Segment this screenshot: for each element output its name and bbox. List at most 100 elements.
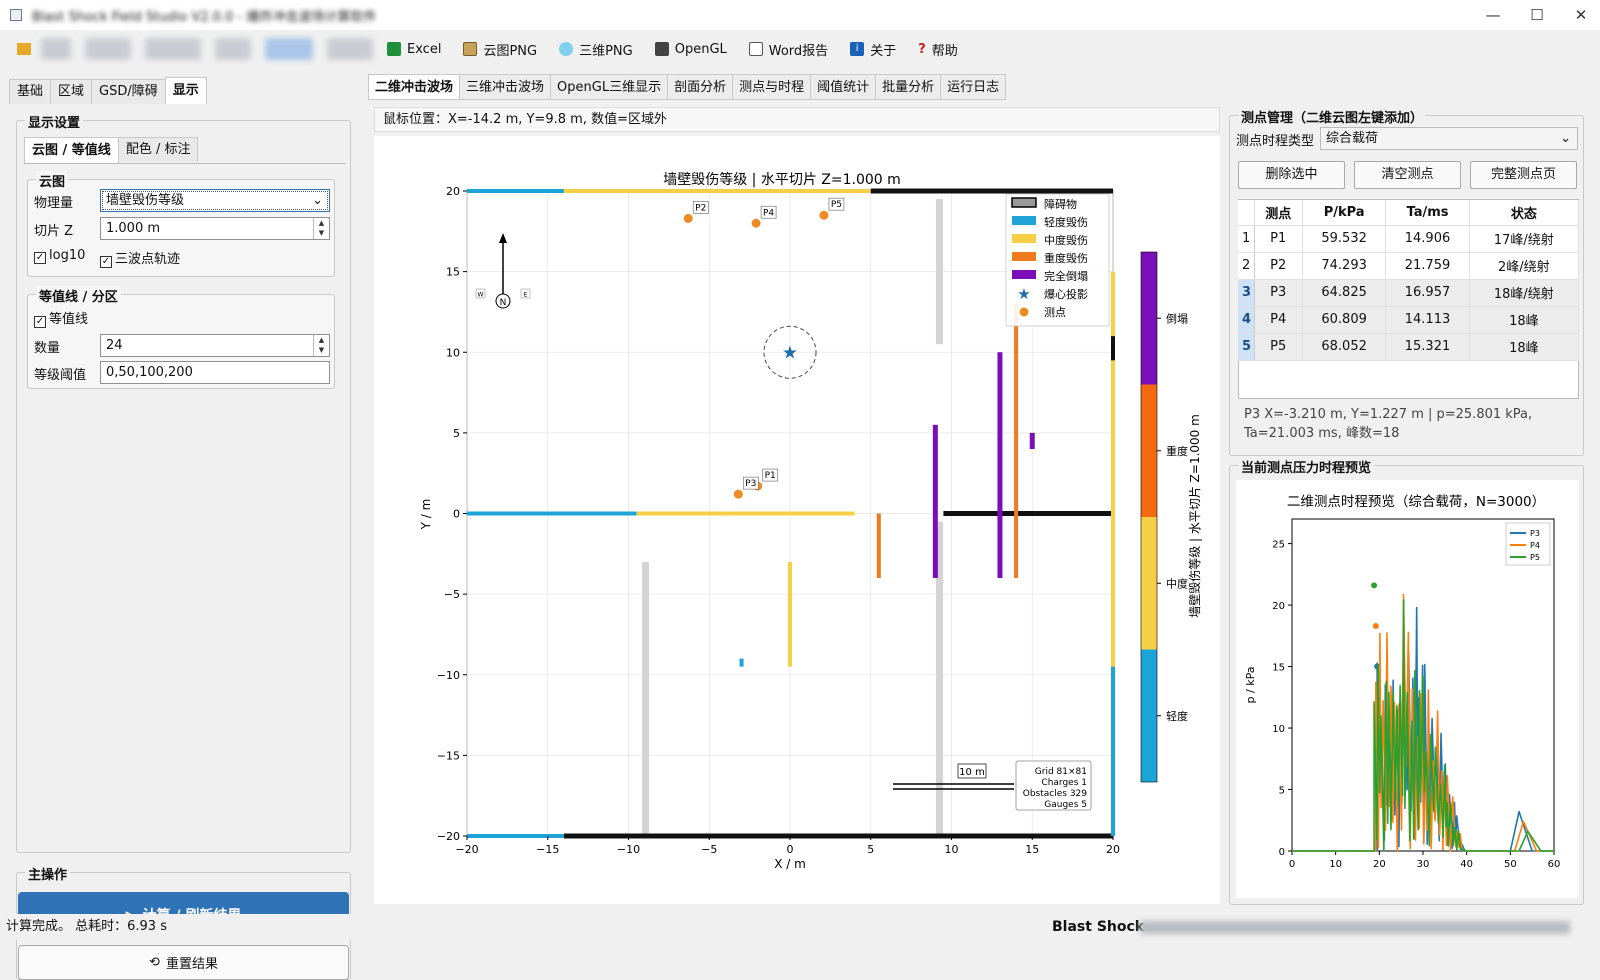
about-button[interactable]: i 关于 (850, 40, 896, 59)
table-row[interactable]: 3 P3 64.825 16.957 18峰/绕射 (1238, 279, 1580, 307)
legend-swatch (1012, 270, 1036, 279)
spin-arrows-icon[interactable]: ▲ ▼ (313, 218, 329, 239)
compass-e: E (524, 292, 528, 299)
tab-gsd-obstacle[interactable]: GSD/障碍 (91, 79, 166, 104)
legend-swatch (1011, 197, 1037, 208)
toolbar-blurred-item[interactable] (85, 38, 131, 60)
gauge-label-P3: P3 (745, 479, 756, 489)
tab-cloud-contour[interactable]: 云图 / 等值线 (24, 137, 119, 164)
trajectory-checkbox[interactable]: ✓ 三波点轨迹 (100, 248, 180, 268)
tab-region[interactable]: 区域 (50, 79, 93, 104)
colorbar-segment (1141, 649, 1157, 782)
monitor-icon (654, 42, 669, 56)
status-right-text: Blast Shock (1052, 919, 1145, 935)
gauge-management-title: 测点管理（二维云图左键添加） (1238, 107, 1427, 126)
table-row[interactable]: 5 P5 68.052 15.321 18峰 (1238, 333, 1580, 361)
wall-segment (1029, 432, 1035, 449)
toolbar-blurred-item[interactable] (265, 38, 313, 60)
mouse-position-status: 鼠标位置：X=-14.2 m, Y=9.8 m, 数值=区域外 (374, 107, 1220, 132)
tab-batch[interactable]: 批量分析 (875, 74, 942, 100)
excel-button[interactable]: Excel (387, 42, 441, 57)
pressure-history-chart[interactable]: 二维测点时程预览（综合载荷，N=3000） 0 10 20 30 40 50 60 0 5 10 1… (1236, 480, 1579, 898)
colorbar-segment (1141, 252, 1157, 385)
col-header-p[interactable]: P/kPa (1302, 200, 1387, 226)
reset-button[interactable]: ⟲ 重置结果 (18, 945, 349, 980)
colorbar-label: 墙壁毁伤等级 | 水平切片 Z=1.000 m (1187, 414, 1202, 618)
folder-icon[interactable] (17, 43, 31, 55)
quantity-label: 物理量 (34, 196, 74, 211)
y-tick-label: 5 (453, 427, 460, 440)
main-plot-area[interactable]: 墙壁毁伤等级 | 水平切片 Z=1.000 m −20 −15 −10 −5 0 5 10 1… (374, 136, 1220, 904)
tab-threshold[interactable]: 阈值统计 (810, 74, 877, 100)
toolbar-blurred-item[interactable] (215, 38, 251, 60)
minimize-button[interactable]: — (1470, 0, 1516, 30)
close-button[interactable]: ✕ (1558, 0, 1600, 30)
tab-opengl[interactable]: OpenGL三维显示 (550, 74, 669, 100)
opengl-button[interactable]: OpenGL (654, 42, 727, 57)
toolbar-blurred-item[interactable] (327, 38, 373, 60)
pressure-preview-group: 当前测点压力时程预览 二维测点时程预览（综合载荷，N=3000） 0 10 20 30… (1229, 457, 1584, 905)
delete-selected-button[interactable]: 删除选中 (1238, 161, 1345, 189)
help-button[interactable]: ? 帮助 (918, 40, 958, 59)
col-header-ta[interactable]: Ta/ms (1385, 200, 1470, 226)
table-row[interactable]: 1 P1 59.532 14.906 17峰/绕射 (1238, 225, 1580, 253)
col-header-gauge[interactable]: 测点 (1254, 200, 1303, 226)
gauge-management-group: 测点管理（二维云图左键添加） 测点时程类型 综合载荷 ⌄ 删除选中 清空测点 完整… (1229, 107, 1584, 456)
tab-basic[interactable]: 基础 (9, 79, 52, 104)
gauge-marker-P3 (733, 489, 743, 499)
damage-map-chart[interactable]: 墙壁毁伤等级 | 水平切片 Z=1.000 m −20 −15 −10 −5 0 5 10 1… (374, 136, 1220, 904)
gauge-table: 测点 P/kPa Ta/ms 状态 1 P1 59.532 14.906 17峰/绕射 … (1238, 200, 1580, 361)
tab-gauge-history[interactable]: 测点与时程 (732, 74, 812, 100)
3d-png-button[interactable]: 三维PNG (559, 40, 633, 59)
tab-2d-field[interactable]: 二维冲击波场 (368, 74, 461, 100)
tab-display[interactable]: 显示 (164, 77, 207, 104)
count-spinbox[interactable]: 24 ▲ ▼ (100, 334, 330, 357)
wall-segment (876, 513, 881, 578)
wall-segment (467, 189, 564, 193)
x-axis-label: X / m (774, 857, 806, 871)
chevron-down-icon: ⌄ (312, 193, 323, 208)
tab-color-annotation[interactable]: 配色 / 标注 (117, 137, 199, 162)
spin-arrows-icon[interactable]: ▲ ▼ (313, 335, 329, 356)
checkmark-icon: ✓ (34, 252, 46, 264)
col-header-status[interactable]: 状态 (1469, 200, 1580, 226)
toolbar-blurred-item[interactable] (41, 38, 71, 60)
y-axis-label: Y / m (419, 499, 433, 531)
x-tick-label: −20 (455, 843, 478, 856)
cloud-png-button[interactable]: 云图PNG (463, 40, 537, 59)
preview-y-label: p / kPa (1244, 667, 1257, 704)
y-tick-label: 10 (446, 346, 460, 359)
maximize-button[interactable]: ☐ (1514, 0, 1560, 30)
toolbar-blurred-item[interactable] (145, 38, 201, 60)
preview-x-tick-label: 60 (1548, 859, 1561, 870)
preview-y-tick-label: 0 (1279, 847, 1285, 858)
count-label: 数量 (34, 341, 61, 356)
gauge-type-select[interactable]: 综合载荷 ⌄ (1320, 127, 1578, 150)
tab-log[interactable]: 运行日志 (940, 74, 1007, 100)
tab-3d-field[interactable]: 三维冲击波场 (459, 74, 552, 100)
y-tick-label: −15 (437, 749, 460, 762)
cell-gauge: P4 (1254, 306, 1303, 334)
contour-checkbox[interactable]: ✓ 等值线 (34, 308, 88, 328)
excel-icon (387, 42, 401, 56)
slice-z-spinbox[interactable]: 1.000 m ▲ ▼ (100, 217, 330, 240)
word-report-button[interactable]: Word报告 (748, 40, 828, 59)
quantity-select[interactable]: 墙壁毁伤等级 ⌄ (100, 189, 330, 212)
table-row[interactable]: 4 P4 60.809 14.113 18峰 (1238, 306, 1580, 334)
row-number: 1 (1238, 225, 1255, 253)
right-panel: 测点管理（二维云图左键添加） 测点时程类型 综合载荷 ⌄ 删除选中 清空测点 完整… (1229, 107, 1584, 905)
y-tick-label: 15 (446, 266, 460, 279)
cell-p: 68.052 (1302, 333, 1387, 361)
cell-status: 18峰/绕射 (1469, 279, 1580, 307)
threshold-input[interactable]: 0,50,100,200 (100, 361, 330, 384)
log10-checkbox[interactable]: ✓ log10 (34, 248, 85, 264)
row-number: 2 (1238, 252, 1255, 280)
clear-gauges-button[interactable]: 清空测点 (1354, 161, 1461, 189)
tab-section[interactable]: 剖面分析 (667, 74, 734, 100)
row-number: 4 (1238, 306, 1255, 334)
main-tabs: 二维冲击波场 三维冲击波场 OpenGL三维显示 剖面分析 测点与时程 阈值统计… (368, 74, 1007, 101)
full-gauge-page-button[interactable]: 完整测点页 (1470, 161, 1577, 189)
table-row[interactable]: 2 P2 74.293 21.759 2峰/绕射 (1238, 252, 1580, 280)
legend-label: 中度毁伤 (1044, 233, 1088, 247)
gauge-marker-P4 (751, 218, 761, 228)
